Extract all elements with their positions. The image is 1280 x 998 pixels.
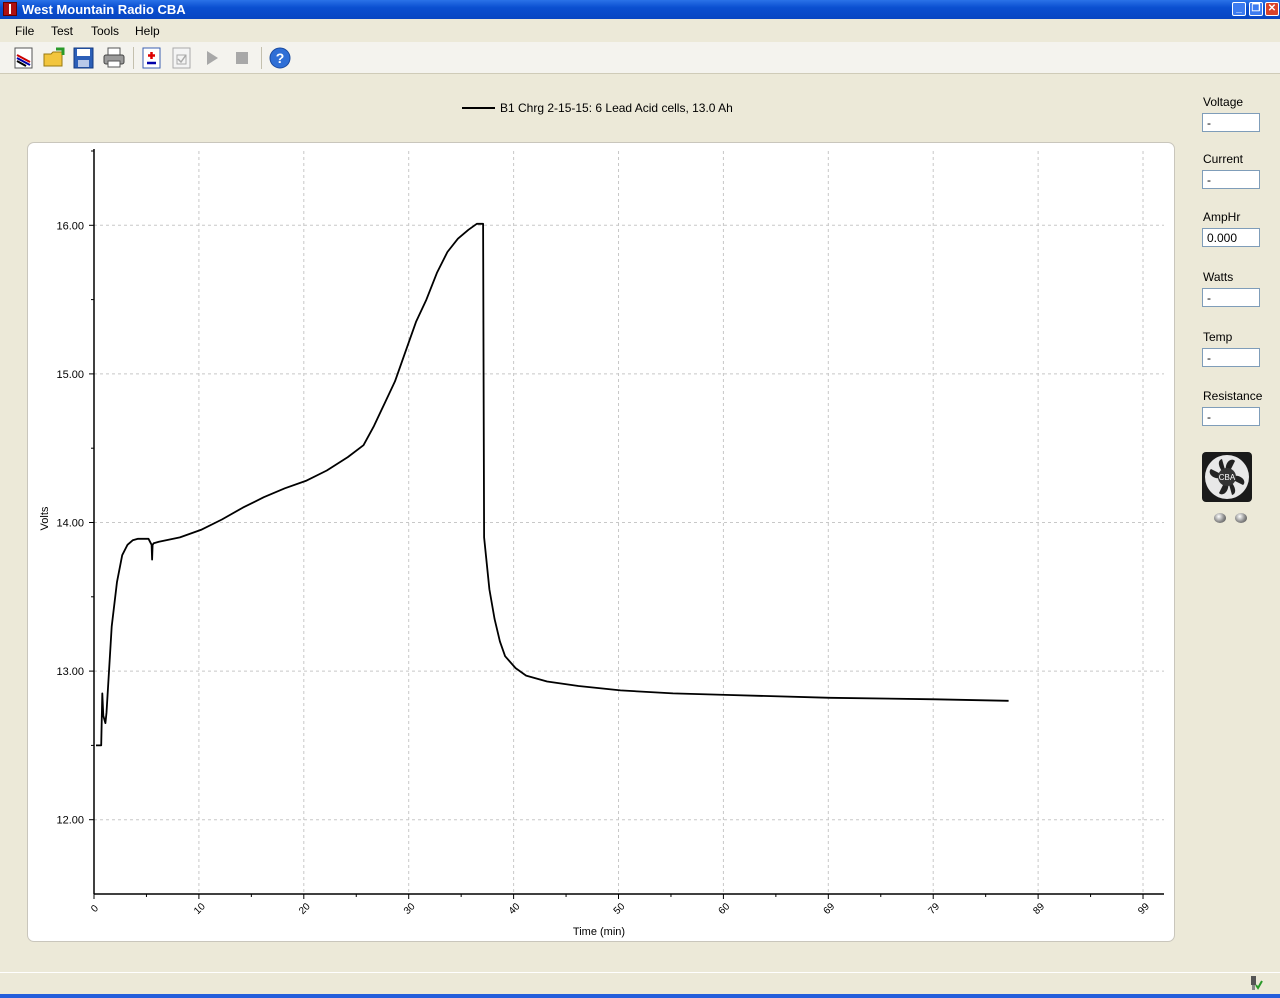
menu-tools[interactable]: Tools [91,24,119,38]
fan-label: CBA [1219,473,1236,482]
series-line [96,222,1009,747]
menu-file[interactable]: File [15,24,34,38]
toolbar: ? [0,42,1280,74]
chart-frame: 0 10 20 30 40 50 60 69 79 89 99 12.00 13.00 14.00 15.0… [27,142,1175,942]
restore-icon[interactable]: ❐ [1249,2,1263,16]
x-tick-label: 10 [192,901,208,917]
legend-label: B1 Chrg 2-15-15: 6 Lead Acid cells, 13.0… [500,101,733,115]
temp-field: - [1202,348,1260,367]
checklist-icon[interactable] [170,46,194,70]
x-tick-label: 0 [89,903,101,915]
current-field: - [1202,170,1260,189]
window-title: West Mountain Radio CBA [22,2,186,17]
new-test-icon[interactable] [12,46,36,70]
menu-help[interactable]: Help [135,24,160,38]
y-axis-label: Volts [39,506,51,530]
amphr-field: 0.000 [1202,228,1260,247]
y-tick-label: 14.00 [56,518,84,530]
status-bar [0,972,1280,995]
menu-test[interactable]: Test [51,24,73,38]
minimize-icon[interactable]: _ [1232,2,1246,16]
x-tick-label: 40 [507,901,523,917]
svg-text:?: ? [276,50,285,66]
help-icon[interactable]: ? [268,46,292,70]
status-led-2 [1235,513,1247,523]
chart-svg: 0 10 20 30 40 50 60 69 79 89 99 12.00 13.00 14.00 15.0… [39,149,1164,938]
x-tick-label: 69 [822,901,838,917]
menu-bar: File Test Tools Help [0,20,1280,41]
x-tick-label: 30 [402,901,418,917]
voltage-field: - [1202,113,1260,132]
y-tick-label: 12.00 [56,815,84,827]
device-connected-icon [1247,975,1263,991]
y-tick-label: 16.00 [56,220,84,232]
save-icon[interactable] [72,46,96,70]
x-tick-label: 20 [297,901,313,917]
taskbar-strip [0,994,1280,998]
open-folder-icon[interactable] [42,46,66,70]
voltage-label: Voltage [1203,95,1244,109]
resistance-label: Resistance [1203,389,1263,403]
add-test-icon[interactable] [140,46,164,70]
stop-icon[interactable] [230,46,254,70]
app-icon[interactable] [3,2,17,16]
toolbar-separator [133,47,134,69]
y-tick-label: 13.00 [56,666,84,678]
watts-field: - [1202,288,1260,307]
x-tick-label: 50 [612,901,628,917]
print-icon[interactable] [102,46,126,70]
y-tick-label: 15.00 [56,369,84,381]
watts-label: Watts [1203,270,1234,284]
status-led-1 [1214,513,1226,523]
x-axis-label: Time (min) [573,926,625,938]
fan-icon: CBA [1202,452,1252,502]
toolbar-separator [261,47,262,69]
play-icon[interactable] [200,46,224,70]
legend-line-swatch [462,107,495,109]
temp-label: Temp [1203,330,1233,344]
x-tick-label: 99 [1136,901,1152,917]
close-icon[interactable]: ✕ [1265,2,1279,16]
title-bar: West Mountain Radio CBA _ ❐ ✕ [0,0,1280,19]
resistance-field: - [1202,407,1260,426]
current-label: Current [1203,152,1244,166]
x-tick-label: 79 [926,901,942,917]
amphr-label: AmpHr [1203,210,1241,224]
x-tick-label: 89 [1031,901,1047,917]
x-tick-label: 60 [717,901,733,917]
